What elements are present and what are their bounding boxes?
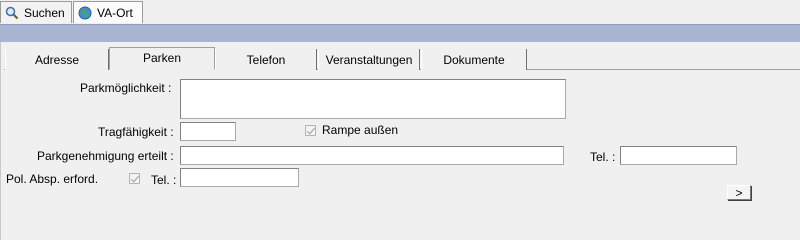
tel-field-2[interactable] <box>180 168 299 187</box>
pol-absp-checkbox[interactable] <box>129 173 140 184</box>
pol-absp-label: Pol. Absp. erford. <box>6 172 99 186</box>
tab-label: Adresse <box>34 52 80 67</box>
checkbox-icon <box>305 124 316 136</box>
tel-label-2: Tel. : <box>151 173 177 187</box>
globe-icon <box>78 6 92 20</box>
next-button-label: > <box>735 185 743 200</box>
tab-adresse[interactable]: Adresse <box>5 49 109 70</box>
rampe-label: Rampe außen <box>322 123 399 137</box>
tel-label-1: Tel. : <box>590 150 616 164</box>
parkgenehmigung-field[interactable] <box>180 146 564 165</box>
tab-parken[interactable]: Parken <box>109 47 215 70</box>
magnifier-icon <box>5 6 19 20</box>
doc-tab-label: VA-Ort <box>97 5 133 20</box>
parkmoeglichkeit-field[interactable] <box>180 79 566 119</box>
tab-telefon[interactable]: Telefon <box>215 49 317 70</box>
parkgenehmigung-label: Parkgenehmigung erteilt : <box>37 149 174 163</box>
next-button[interactable]: > <box>727 185 751 200</box>
doc-tab-suchen[interactable]: Suchen <box>0 1 72 23</box>
tab-label: Veranstaltungen <box>325 52 413 67</box>
doc-tab-va-ort[interactable]: VA-Ort <box>73 1 143 23</box>
header-band <box>0 24 800 42</box>
doc-tab-label: Suchen <box>24 5 65 20</box>
form-panel <box>0 42 800 240</box>
tab-label: Parken <box>142 51 182 65</box>
tel-field-1[interactable] <box>620 146 737 165</box>
rampe-checkbox[interactable]: Rampe außen <box>305 123 398 137</box>
parkmoeglichkeit-label: Parkmöglichkeit : <box>80 81 172 95</box>
tab-veranstaltungen[interactable]: Veranstaltungen <box>318 49 420 70</box>
tab-dokumente[interactable]: Dokumente <box>421 49 527 70</box>
document-tab-bar: Suchen VA-Ort <box>0 0 800 24</box>
tragfaehigkeit-field[interactable] <box>180 122 236 141</box>
tab-label: Dokumente <box>443 52 505 67</box>
tab-label: Telefon <box>246 52 286 67</box>
tragfaehigkeit-label: Tragfähigkeit : <box>98 125 174 139</box>
